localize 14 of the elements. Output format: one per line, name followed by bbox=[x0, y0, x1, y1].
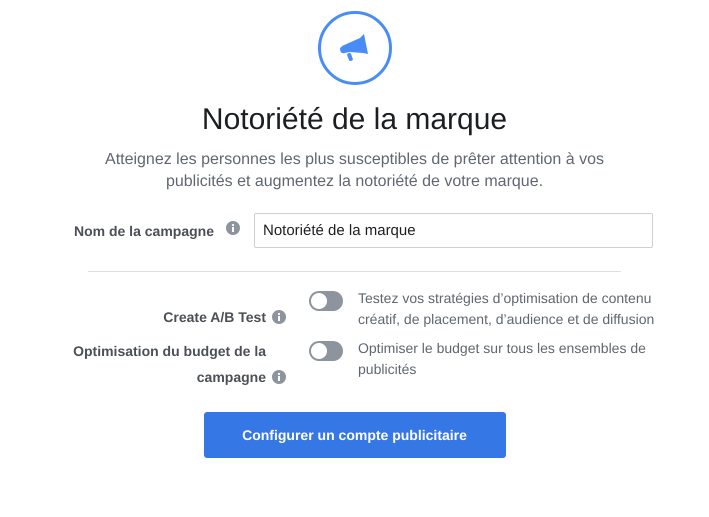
configure-account-button[interactable]: Configurer un compte publicitaire bbox=[204, 412, 506, 458]
toggle-label: Create A/B Test bbox=[163, 308, 266, 327]
campaign-name-field[interactable]: Notoriété de la marque bbox=[254, 213, 653, 248]
toggle-description: Testez vos stratégies d’optimisation de contenu créatif, de placement, d’audience et de diffusion bbox=[358, 289, 656, 329]
field-label: Nom de la campagne bbox=[74, 222, 214, 241]
page-title: Notoriété de la marque bbox=[202, 103, 508, 137]
info-icon[interactable] bbox=[226, 220, 240, 234]
page-description: Atteignez les personnes les plus susceptibles de prêter attention à vos publicités et augmentez la notoriété de votre marque. bbox=[104, 150, 605, 192]
info-icon[interactable] bbox=[272, 310, 286, 324]
toggle-label: Optimisation du budget de la campagne bbox=[72, 342, 266, 387]
toggle-switch[interactable] bbox=[309, 341, 343, 361]
info-icon[interactable] bbox=[272, 370, 286, 384]
toggle-switch[interactable] bbox=[309, 291, 343, 311]
toggle-description: Optimiser le budget sur tous les ensembles de publicités bbox=[358, 339, 647, 379]
